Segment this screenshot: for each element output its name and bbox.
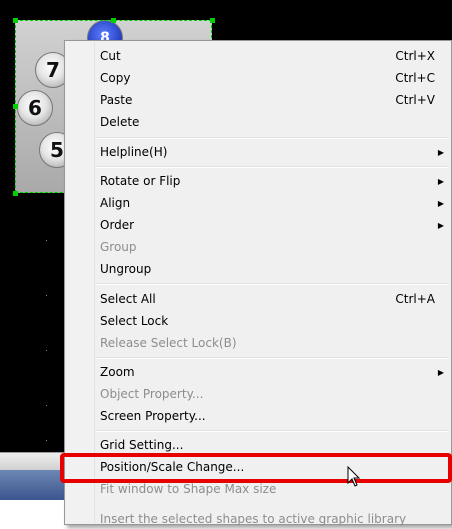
menu-item-label: Zoom xyxy=(100,365,135,379)
menu-item-insert-to-library[interactable]: Insert the selected shapes to active gra… xyxy=(100,509,449,529)
menu-item-shortcut: Ctrl+C xyxy=(395,71,435,85)
grid-dot xyxy=(46,350,47,351)
menu-item-copy[interactable]: Copy Ctrl+C xyxy=(100,68,449,88)
grid-dot xyxy=(46,405,47,406)
grid-dot xyxy=(46,295,47,296)
menu-item-label: Ungroup xyxy=(100,262,152,276)
menu-item-delete[interactable]: Delete xyxy=(100,112,449,132)
submenu-arrow-icon: ▶ xyxy=(437,220,444,230)
menu-item-label: Select All xyxy=(100,292,156,306)
menu-item-object-property[interactable]: Object Property... xyxy=(100,384,449,404)
grid-dot xyxy=(46,440,47,441)
menu-separator xyxy=(96,357,449,359)
menu-separator xyxy=(96,137,449,139)
menu-item-label: Insert the selected shapes to active gra… xyxy=(100,512,407,526)
submenu-arrow-icon: ▶ xyxy=(437,147,444,157)
menu-item-shortcut: Ctrl+X xyxy=(395,49,435,63)
menu-item-paste[interactable]: Paste Ctrl+V xyxy=(100,90,449,110)
menu-item-group[interactable]: Group xyxy=(100,237,449,257)
menu-item-label: Select Lock xyxy=(100,314,169,328)
menu-item-label: Paste xyxy=(100,93,133,107)
menu-item-zoom[interactable]: Zoom ▶ xyxy=(100,362,449,382)
menu-item-cut[interactable]: Cut Ctrl+X xyxy=(100,46,449,66)
resize-handle[interactable] xyxy=(210,18,215,23)
menu-item-label: Group xyxy=(100,240,137,254)
resize-handle[interactable] xyxy=(13,104,18,109)
grid-dot xyxy=(46,240,47,241)
menu-item-label: Copy xyxy=(100,71,131,85)
menu-item-grid-setting[interactable]: Grid Setting... xyxy=(100,435,449,455)
menu-item-label: Order xyxy=(100,218,135,232)
menu-item-label: Helpline(H) xyxy=(100,145,168,159)
menu-icon-column xyxy=(66,42,95,523)
submenu-arrow-icon: ▶ xyxy=(437,176,444,186)
menu-item-label: Screen Property... xyxy=(100,409,206,423)
menu-item-helpline[interactable]: Helpline(H) ▶ xyxy=(100,142,449,162)
menu-item-ungroup[interactable]: Ungroup xyxy=(100,259,449,279)
submenu-arrow-icon: ▶ xyxy=(437,198,444,208)
menu-item-rotate-flip[interactable]: Rotate or Flip ▶ xyxy=(100,171,449,191)
menu-item-label: Object Property... xyxy=(100,387,204,401)
resize-handle[interactable] xyxy=(13,191,18,196)
menu-item-select-lock[interactable]: Select Lock xyxy=(100,311,449,331)
resize-handle[interactable] xyxy=(111,18,116,23)
menu-item-release-select-lock[interactable]: Release Select Lock(B) xyxy=(100,333,449,353)
menu-item-screen-property[interactable]: Screen Property... xyxy=(100,406,449,426)
submenu-arrow-icon: ▶ xyxy=(437,367,444,377)
menu-item-label: Release Select Lock(B) xyxy=(100,336,237,350)
menu-item-shortcut: Ctrl+A xyxy=(395,292,435,306)
menu-item-align[interactable]: Align ▶ xyxy=(100,193,449,213)
menu-item-label: Fit window to Shape Max size xyxy=(100,482,277,496)
resize-handle[interactable] xyxy=(13,18,18,23)
menu-item-shortcut: Ctrl+V xyxy=(395,93,435,107)
menu-item-label: Align xyxy=(100,196,131,210)
menu-item-order[interactable]: Order ▶ xyxy=(100,215,449,235)
menu-item-label: Cut xyxy=(100,49,121,63)
menu-separator xyxy=(96,430,449,432)
menu-item-label: Rotate or Flip xyxy=(100,174,181,188)
menu-item-label: Grid Setting... xyxy=(100,438,184,452)
menu-separator xyxy=(96,283,449,285)
highlight-annotation-box xyxy=(60,453,452,483)
menu-separator xyxy=(96,166,449,168)
menu-item-select-all[interactable]: Select All Ctrl+A xyxy=(100,289,449,309)
mouse-cursor-icon xyxy=(347,466,361,487)
menu-item-label: Delete xyxy=(100,115,140,129)
